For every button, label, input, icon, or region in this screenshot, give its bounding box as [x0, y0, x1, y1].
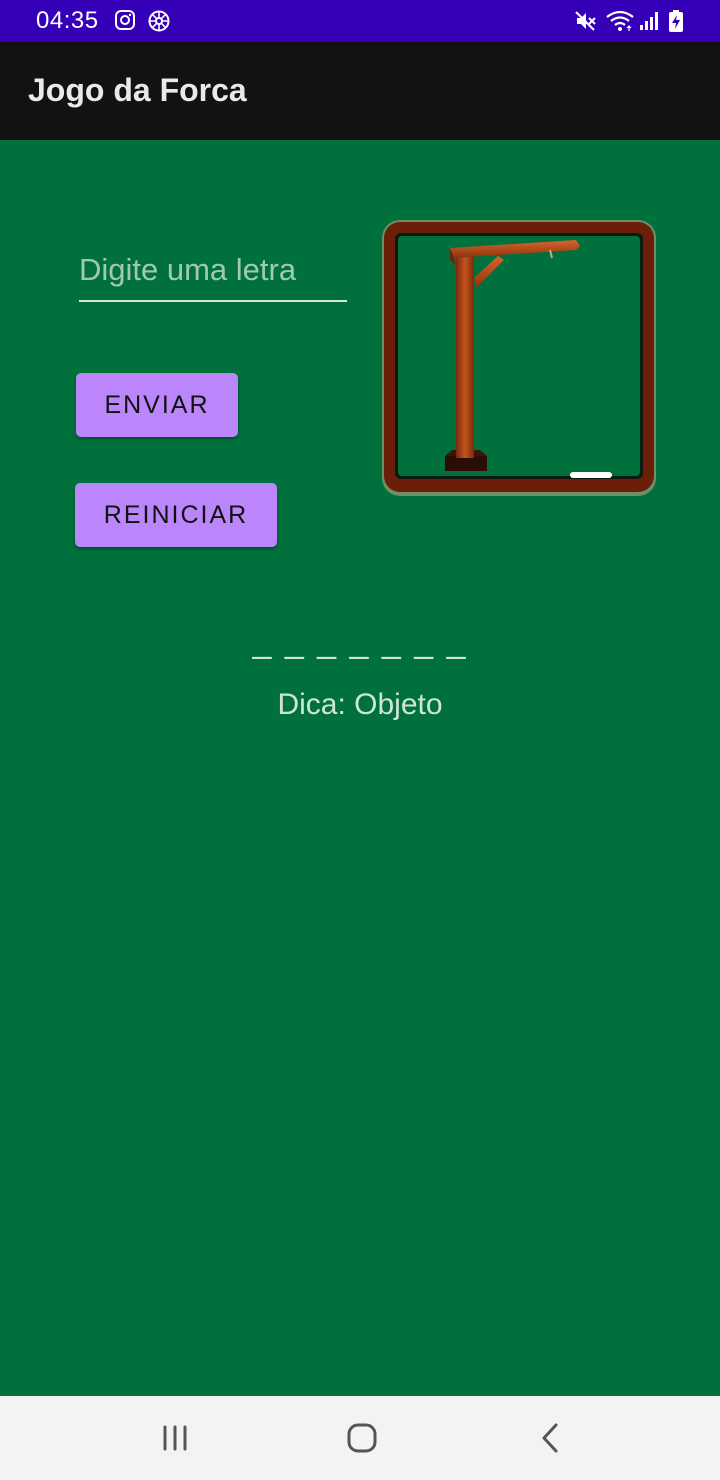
hint-text: Dica: Objeto	[277, 688, 443, 721]
app-bar: Jogo da Forca	[0, 42, 720, 140]
word-display: _ _ _ _ _ _ _	[252, 622, 468, 660]
letter-input[interactable]	[79, 240, 347, 302]
app-title: Jogo da Forca	[28, 72, 247, 108]
send-button[interactable]: ENVIAR	[76, 373, 238, 437]
status-time: 04:35	[36, 7, 99, 34]
restart-button[interactable]: REINICIAR	[75, 483, 277, 547]
signal-icon	[640, 12, 658, 30]
back-icon[interactable]	[528, 1416, 572, 1460]
screen: 04:35 Jogo da Forca Digite uma letra ENV…	[0, 0, 720, 1480]
status-bar: 04:35	[0, 0, 720, 42]
settings-wheel-icon	[148, 10, 170, 32]
instagram-icon	[115, 10, 135, 30]
gallows-image	[382, 220, 656, 496]
nav-bar	[0, 1396, 720, 1480]
wifi-icon	[606, 10, 634, 31]
home-icon[interactable]	[340, 1416, 384, 1460]
recent-apps-icon[interactable]	[153, 1416, 197, 1460]
battery-charging-icon	[669, 10, 683, 32]
mute-icon	[575, 11, 596, 31]
